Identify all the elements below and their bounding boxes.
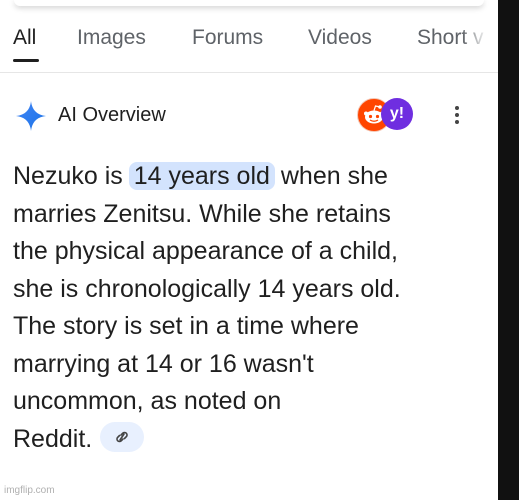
source-link-chip[interactable] — [100, 421, 145, 452]
right-edge-bar — [498, 0, 519, 500]
active-tab-indicator — [13, 59, 39, 62]
ai-overview-header: AI Overview y! — [0, 96, 498, 136]
gemini-sparkle-icon — [16, 101, 46, 131]
link-icon — [116, 431, 128, 443]
answer-text: Nezuko is — [13, 162, 123, 190]
search-bar-shadow — [14, 0, 484, 6]
tabs-divider — [0, 72, 498, 73]
more-options-icon[interactable] — [447, 104, 467, 128]
answer-line-1: Nezuko is 14 years old when she — [13, 158, 493, 196]
highlighted-answer: 14 years old — [128, 162, 275, 190]
tab-forums[interactable]: Forums — [192, 26, 263, 50]
answer-line-5: The story is set in a time where — [13, 312, 359, 340]
tab-images[interactable]: Images — [77, 26, 146, 50]
ai-overview-title: AI Overview — [58, 104, 166, 126]
answer-line-2: marries Zenitsu. While she retains — [13, 199, 391, 228]
answer-line-6: marrying at 14 or 16 wasn't — [13, 349, 314, 378]
source-icons[interactable]: y! — [357, 98, 415, 132]
tabs-fade-overlay — [462, 24, 498, 64]
tab-all[interactable]: All — [13, 26, 36, 50]
answer-line-3: the physical appearance of a child, — [13, 237, 398, 265]
tab-videos[interactable]: Videos — [308, 26, 372, 50]
answer-text: when she — [280, 162, 388, 190]
yahoo-icon: y! — [381, 98, 413, 130]
ai-overview-answer: Nezuko is 14 years old when she marries … — [13, 158, 493, 458]
answer-line-8: Reddit. — [13, 421, 493, 459]
search-results-frame: All Images Forums Videos Short v AI Over… — [0, 0, 498, 500]
answer-text: Reddit. — [13, 424, 93, 453]
watermark: imgflip.com — [4, 485, 55, 496]
answer-line-4: she is chronologically 14 years old. — [13, 274, 401, 303]
answer-line-7: uncommon, as noted on — [13, 387, 282, 415]
search-tabs: All Images Forums Videos Short v — [0, 24, 498, 72]
